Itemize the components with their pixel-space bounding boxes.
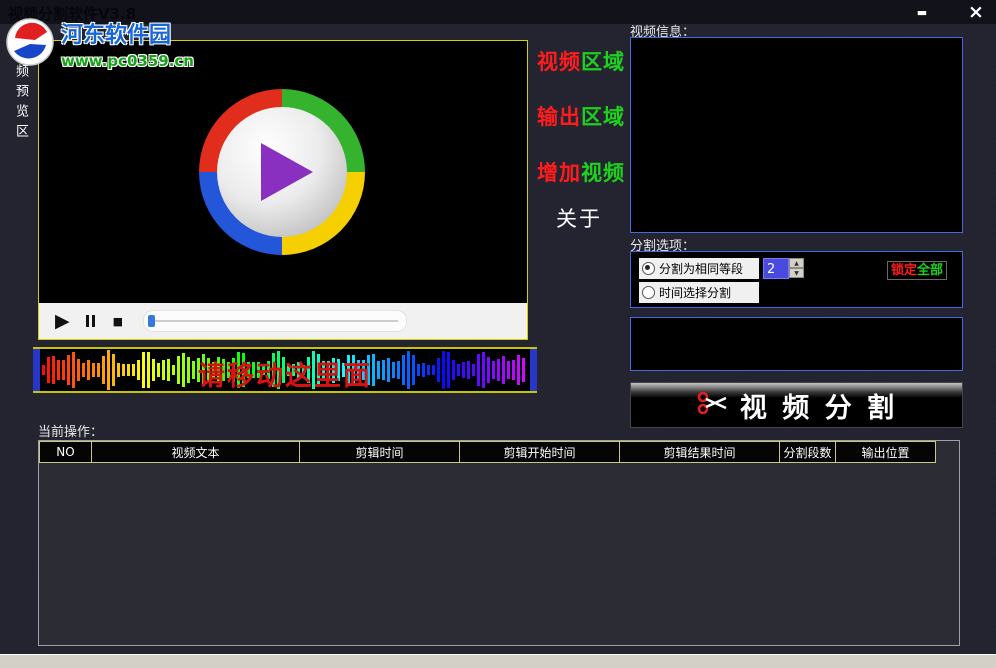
column-header-no[interactable]: NO	[39, 441, 92, 463]
lock-all-label-2: 全部	[917, 263, 944, 278]
menu-video-area[interactable]: 视频区域	[537, 46, 625, 76]
menu-output-area-label-2: 区域	[581, 105, 625, 129]
spin-up-button[interactable]: ▲	[789, 258, 804, 268]
lock-all-label-1: 锁定	[891, 263, 918, 278]
menu-output-area-label-1: 输出	[537, 105, 581, 129]
column-header-clip-start-time[interactable]: 剪辑开始时间	[459, 441, 620, 463]
operations-table-header: NO 视频文本 剪辑时间 剪辑开始时间 剪辑结果时间 分割段数 输出位置	[39, 441, 936, 463]
close-icon: ×	[968, 1, 984, 23]
segment-count-spinner[interactable]: 2 ▲ ▼	[763, 258, 804, 279]
minimize-icon: ▬	[916, 5, 928, 19]
radio-equal-split[interactable]: 分割为相同等段	[639, 258, 759, 279]
radio-selected-icon[interactable]	[642, 262, 655, 275]
close-button[interactable]: ×	[958, 0, 994, 24]
video-preview-frame: ▶ ■	[38, 40, 528, 340]
status-bar	[0, 654, 996, 668]
menu-output-area[interactable]: 输出区域	[537, 101, 625, 131]
spin-down-button[interactable]: ▼	[789, 268, 804, 278]
seek-slider-thumb[interactable]	[148, 315, 156, 327]
minimize-button[interactable]: ▬	[905, 0, 939, 24]
site-name: 河东软件园	[61, 23, 172, 48]
play-button[interactable]: ▶	[55, 310, 70, 332]
video-screen[interactable]	[39, 41, 527, 303]
split-result-box[interactable]	[630, 317, 963, 371]
video-split-button[interactable]: 视 频 分 割	[630, 382, 963, 428]
spin-up-icon: ▲	[794, 259, 799, 267]
play-icon: ▶	[55, 310, 70, 332]
media-player-logo-icon	[199, 89, 365, 255]
menu-video-area-label-2: 区域	[581, 50, 625, 74]
app-window: 视频分割软件V3.8 ▬ × 河东软件园 www.pc0359.cn 视频预览区	[0, 0, 996, 668]
column-header-segment-count[interactable]: 分割段数	[779, 441, 836, 463]
stop-icon: ■	[112, 314, 124, 328]
radio-time-split[interactable]: 时间选择分割	[639, 282, 759, 303]
split-options-panel: 分割为相同等段 2 ▲ ▼ 锁定全部 时间选择分割	[630, 251, 963, 308]
segment-count-value[interactable]: 2	[763, 258, 789, 279]
player-controls: ▶ ■	[39, 303, 527, 339]
seek-slider-track[interactable]	[152, 320, 399, 322]
video-info-box[interactable]	[630, 37, 963, 233]
menu-add-video-label-1: 增加	[537, 161, 581, 185]
pause-icon	[85, 315, 89, 327]
stop-button[interactable]: ■	[113, 315, 123, 328]
menu-video-area-label-1: 视频	[537, 50, 581, 74]
column-header-output-location[interactable]: 输出位置	[835, 441, 936, 463]
radio-equal-split-label: 分割为相同等段	[659, 262, 744, 276]
site-url: www.pc0359.cn	[61, 52, 194, 70]
pause-button[interactable]	[85, 315, 95, 327]
radio-unselected-icon[interactable]	[642, 286, 655, 299]
menu-add-video[interactable]: 增加视频	[537, 157, 625, 187]
seek-slider[interactable]	[143, 310, 408, 332]
site-watermark: 河东软件园 www.pc0359.cn	[5, 17, 194, 71]
spectrum-overlay-text: 请移动这里面	[198, 361, 372, 392]
column-header-video-text[interactable]: 视频文本	[91, 441, 300, 463]
current-operation-label: 当前操作：	[38, 425, 104, 440]
lock-all-button[interactable]: 锁定全部	[887, 261, 948, 280]
site-logo-icon	[5, 17, 55, 71]
radio-time-split-label: 时间选择分割	[659, 286, 732, 300]
operations-list[interactable]	[38, 440, 960, 646]
menu-about[interactable]: 关于	[556, 203, 602, 233]
column-header-clip-time[interactable]: 剪辑时间	[299, 441, 460, 463]
menu-add-video-label-2: 视频	[581, 161, 625, 185]
spin-down-icon: ▼	[794, 269, 799, 277]
column-header-clip-result-time[interactable]: 剪辑结果时间	[619, 441, 780, 463]
audio-spectrum: 请移动这里面	[33, 347, 537, 393]
video-split-button-label: 视 频 分 割	[739, 392, 898, 424]
scissors-icon	[696, 389, 728, 421]
